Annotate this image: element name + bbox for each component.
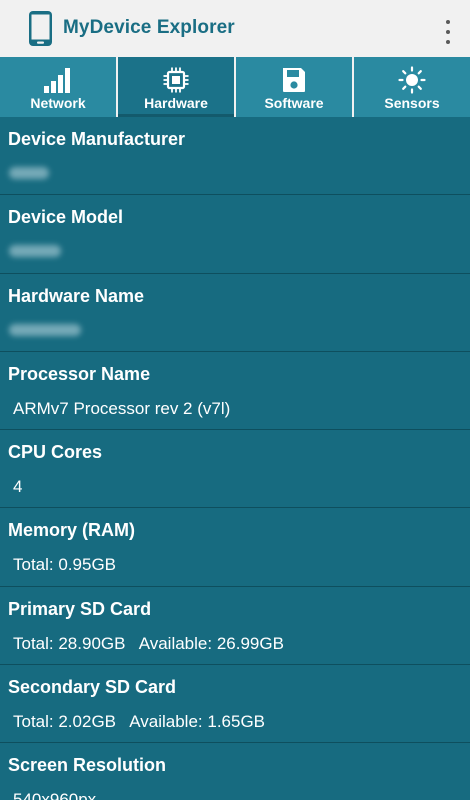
list-item-processor-name[interactable]: Processor Name ARMv7 Processor rev 2 (v7… bbox=[0, 351, 470, 431]
list-item-primary-sd-card[interactable]: Primary SD Card Total: 28.90GB Available… bbox=[0, 586, 470, 666]
row-value: Total: 0.95GB bbox=[13, 555, 117, 575]
tab-hardware[interactable]: Hardware bbox=[118, 57, 234, 117]
redacted-value bbox=[9, 167, 49, 179]
list-item-hardware-name[interactable]: Hardware Name bbox=[0, 273, 470, 352]
tab-label: Hardware bbox=[144, 95, 208, 111]
redacted-value bbox=[9, 323, 81, 336]
list-item-memory-ram[interactable]: Memory (RAM) Total: 0.95GB bbox=[0, 508, 470, 587]
save-disk-icon bbox=[283, 68, 305, 92]
chip-icon bbox=[163, 67, 189, 93]
overflow-dot-icon bbox=[446, 30, 450, 34]
row-title: Device Model bbox=[8, 207, 124, 228]
list-item-device-model[interactable]: Device Model bbox=[0, 195, 470, 274]
phone-icon bbox=[29, 11, 52, 46]
sun-icon bbox=[398, 66, 426, 94]
action-bar: MyDevice Explorer bbox=[0, 0, 470, 57]
overflow-dot-icon bbox=[446, 40, 450, 44]
tab-sensors[interactable]: Sensors bbox=[354, 57, 470, 117]
signal-bars-icon bbox=[44, 68, 70, 93]
tab-network[interactable]: Network bbox=[0, 57, 116, 117]
row-value: Total: 28.90GB Available: 26.99GB bbox=[13, 633, 284, 653]
row-value: 540x960px bbox=[13, 790, 97, 800]
tab-label: Network bbox=[30, 95, 86, 111]
tab-label: Software bbox=[264, 95, 324, 111]
row-title: CPU Cores bbox=[8, 442, 103, 463]
list-item-cpu-cores[interactable]: CPU Cores 4 bbox=[0, 430, 470, 509]
list-item-device-manufacturer[interactable]: Device Manufacturer bbox=[0, 117, 470, 196]
row-value: Total: 2.02GB Available: 1.65GB bbox=[13, 712, 266, 732]
redacted-value bbox=[9, 245, 61, 258]
row-value: ARMv7 Processor rev 2 (v7l) bbox=[13, 398, 231, 418]
overflow-dot-icon bbox=[446, 20, 450, 24]
list-item-screen-resolution[interactable]: Screen Resolution 540x960px bbox=[0, 743, 470, 800]
row-title: Hardware Name bbox=[8, 285, 145, 306]
tab-bar: Network Hardware Software Sensors bbox=[0, 57, 470, 117]
overflow-menu-button[interactable] bbox=[440, 20, 456, 44]
row-title: Memory (RAM) bbox=[8, 520, 136, 541]
row-value: 4 bbox=[13, 477, 23, 497]
row-title: Device Manufacturer bbox=[8, 129, 186, 149]
app-window: MyDevice Explorer Network Hardware Softw… bbox=[0, 0, 470, 800]
hardware-info-list[interactable]: Device Manufacturer Device Model Hardwar… bbox=[0, 117, 470, 800]
list-item-secondary-sd-card[interactable]: Secondary SD Card Total: 2.02GB Availabl… bbox=[0, 665, 470, 744]
row-title: Secondary SD Card bbox=[8, 677, 177, 698]
row-title: Screen Resolution bbox=[8, 755, 167, 776]
row-title: Processor Name bbox=[8, 363, 151, 384]
tab-label: Sensors bbox=[384, 95, 440, 111]
app-title: MyDevice Explorer bbox=[63, 17, 235, 38]
tab-software[interactable]: Software bbox=[236, 57, 352, 117]
row-title: Primary SD Card bbox=[8, 598, 152, 619]
